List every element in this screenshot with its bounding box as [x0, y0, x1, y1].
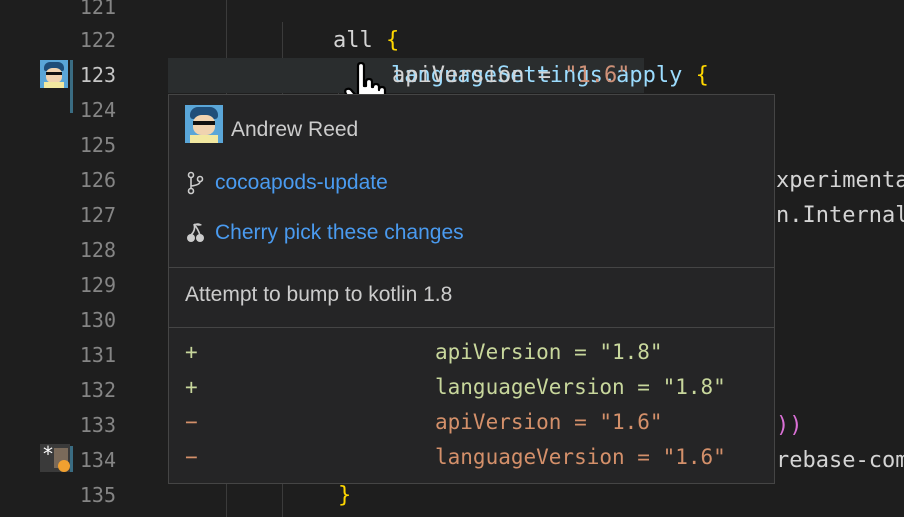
branch-link[interactable]: cocoapods-update	[185, 171, 388, 195]
code-fragment: n.Internal	[776, 203, 904, 228]
diff-sign: −	[185, 445, 198, 469]
line-number: 130	[79, 308, 116, 332]
cherry-pick-link[interactable]: Cherry pick these changes	[215, 221, 464, 245]
code-token: {	[695, 63, 709, 88]
code-line-122[interactable]: languageSettings.apply {	[338, 23, 709, 88]
line-number: 127	[79, 203, 116, 227]
line-number: 131	[79, 343, 116, 367]
commit-message-row: Attempt to bump to kotlin 1.8	[185, 283, 452, 307]
author-row: Andrew Reed	[185, 105, 358, 143]
git-branch-icon	[187, 171, 204, 195]
diff-text: languageVersion = "1.8"	[435, 375, 726, 399]
line-number: 125	[79, 133, 116, 157]
line-number: 133	[79, 413, 116, 437]
gutter-change-marker[interactable]	[70, 60, 73, 113]
line-number: 135	[79, 483, 116, 507]
gutter-change-marker[interactable]	[70, 446, 73, 472]
divider	[169, 267, 774, 268]
code-token: apiVersion	[392, 63, 525, 88]
line-number: 128	[79, 238, 116, 262]
line-number: 121	[79, 0, 116, 19]
blame-hover-card[interactable]: Andrew Reed cocoapods-update Cherry pick…	[168, 94, 775, 484]
svg-text:*: *	[43, 444, 53, 466]
line-number: 132	[79, 378, 116, 402]
code-line-123[interactable]: apiVersion = "1.6"	[392, 58, 630, 93]
line-number: 123	[79, 63, 116, 87]
author-name: Andrew Reed	[231, 118, 359, 141]
diff-line-added: + languageVersion = "1.8"	[185, 375, 726, 399]
commit-message: Attempt to bump to kotlin 1.8	[185, 283, 453, 306]
code-fragment: ))	[776, 413, 803, 438]
cherry-pick-action[interactable]: Cherry pick these changes	[185, 221, 464, 245]
diff-line-removed: − apiVersion = "1.6"	[185, 410, 663, 434]
diff-sign: +	[185, 340, 198, 364]
code-fragment: xperimenta	[776, 168, 904, 193]
status-dot-icon	[58, 460, 70, 472]
code-fragment: rebase-com	[776, 448, 904, 473]
line-number: 126	[79, 168, 116, 192]
cherry-icon	[187, 223, 204, 242]
author-avatar-icon[interactable]	[40, 60, 68, 88]
diff-sign: −	[185, 410, 198, 434]
line-number: 129	[79, 273, 116, 297]
diff-text: apiVersion = "1.8"	[435, 340, 663, 364]
line-number: 124	[79, 98, 116, 122]
code-line-121[interactable]: all {	[280, 0, 399, 53]
line-number: 122	[79, 28, 116, 52]
diff-sign: +	[185, 375, 198, 399]
divider	[169, 327, 774, 328]
diff-text: languageVersion = "1.6"	[435, 445, 726, 469]
branch-name[interactable]: cocoapods-update	[215, 171, 388, 195]
diff-line-added: + apiVersion = "1.8"	[185, 340, 663, 364]
code-token: "1.6"	[564, 63, 631, 88]
diff-text: apiVersion = "1.6"	[435, 410, 663, 434]
author-avatar-icon	[185, 105, 223, 143]
diff-line-removed: − languageVersion = "1.6"	[185, 445, 726, 469]
code-token: =	[524, 63, 565, 88]
